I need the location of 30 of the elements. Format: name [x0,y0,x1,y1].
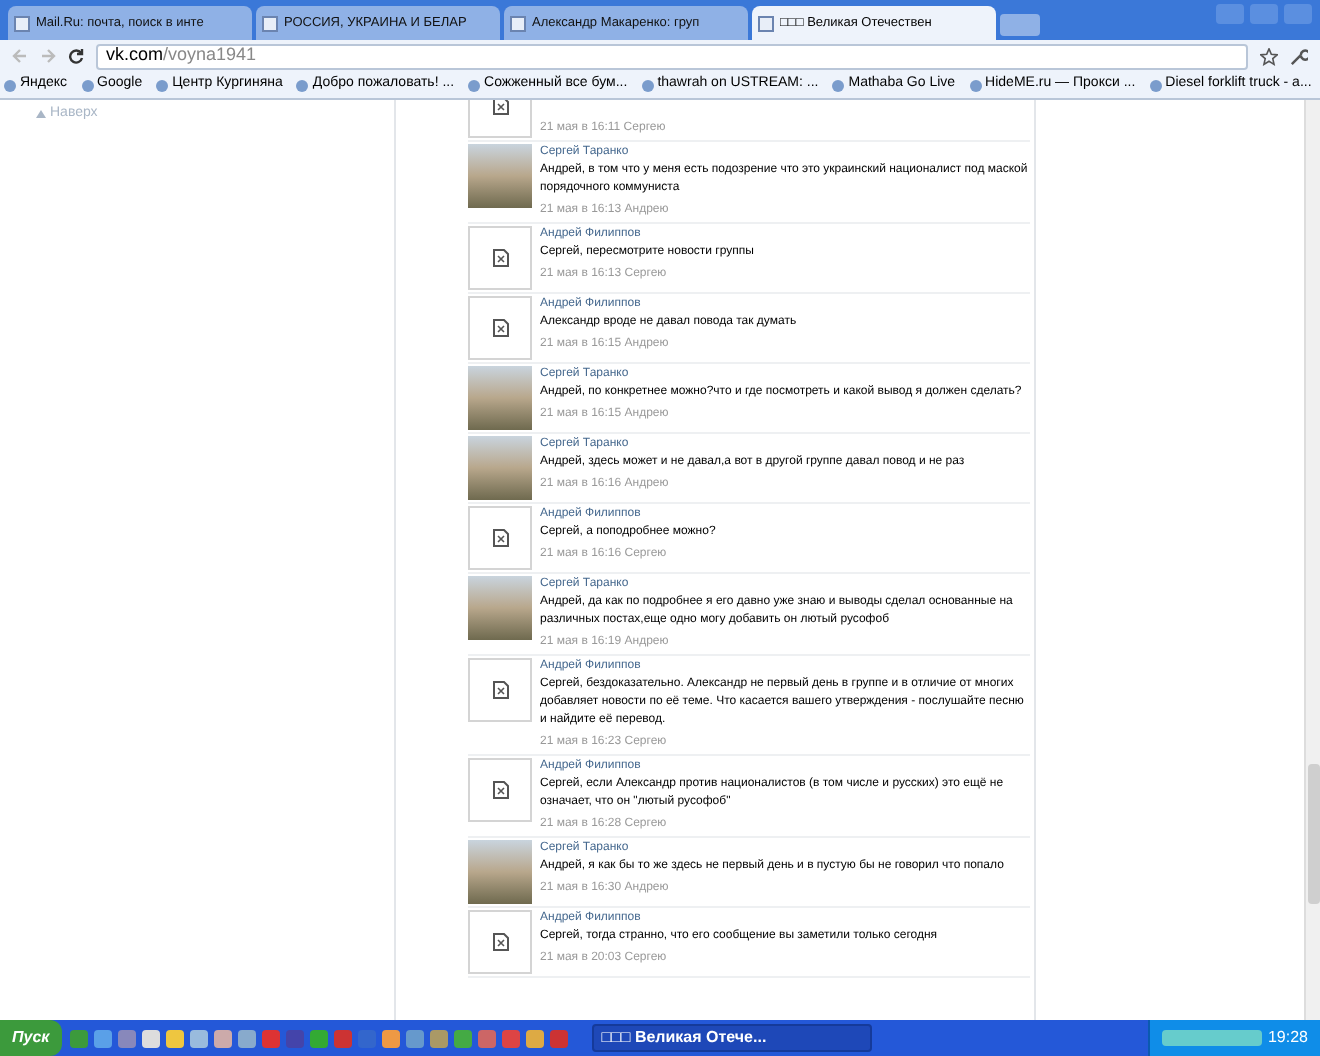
reload-icon[interactable] [68,48,84,64]
page-icon [14,15,30,31]
photo-placeholder [468,576,532,640]
forward-icon[interactable] [40,48,56,64]
document-icon [491,318,509,338]
page-icon [262,15,278,31]
star-icon[interactable] [1260,47,1278,65]
new-tab-button[interactable] [1000,14,1040,36]
page-icon [510,15,526,31]
address-field[interactable]: vk.com/voyna1941 [96,43,1248,69]
document-icon [491,248,509,268]
photo-placeholder [468,366,532,430]
taskbar-task[interactable]: □□□ Великая Отече... [591,1024,872,1052]
scrollbar-thumb[interactable] [1308,764,1320,904]
page-icon [758,15,774,31]
back-icon[interactable] [12,48,28,64]
document-icon [491,680,509,700]
document-icon [491,100,509,116]
document-icon [491,932,509,952]
start-button[interactable]: Пуск [0,1020,62,1056]
wrench-icon[interactable] [1290,47,1308,65]
address-text: vk.com/voyna1941 [106,42,257,69]
up-triangle-icon [36,110,46,119]
photo-placeholder [468,436,532,500]
scrollbar[interactable] [1304,100,1320,1020]
document-icon [491,528,509,548]
document-icon [491,780,509,800]
photo-placeholder [468,840,532,904]
clock: 19:28 [1267,1026,1308,1050]
photo-placeholder [468,144,532,208]
